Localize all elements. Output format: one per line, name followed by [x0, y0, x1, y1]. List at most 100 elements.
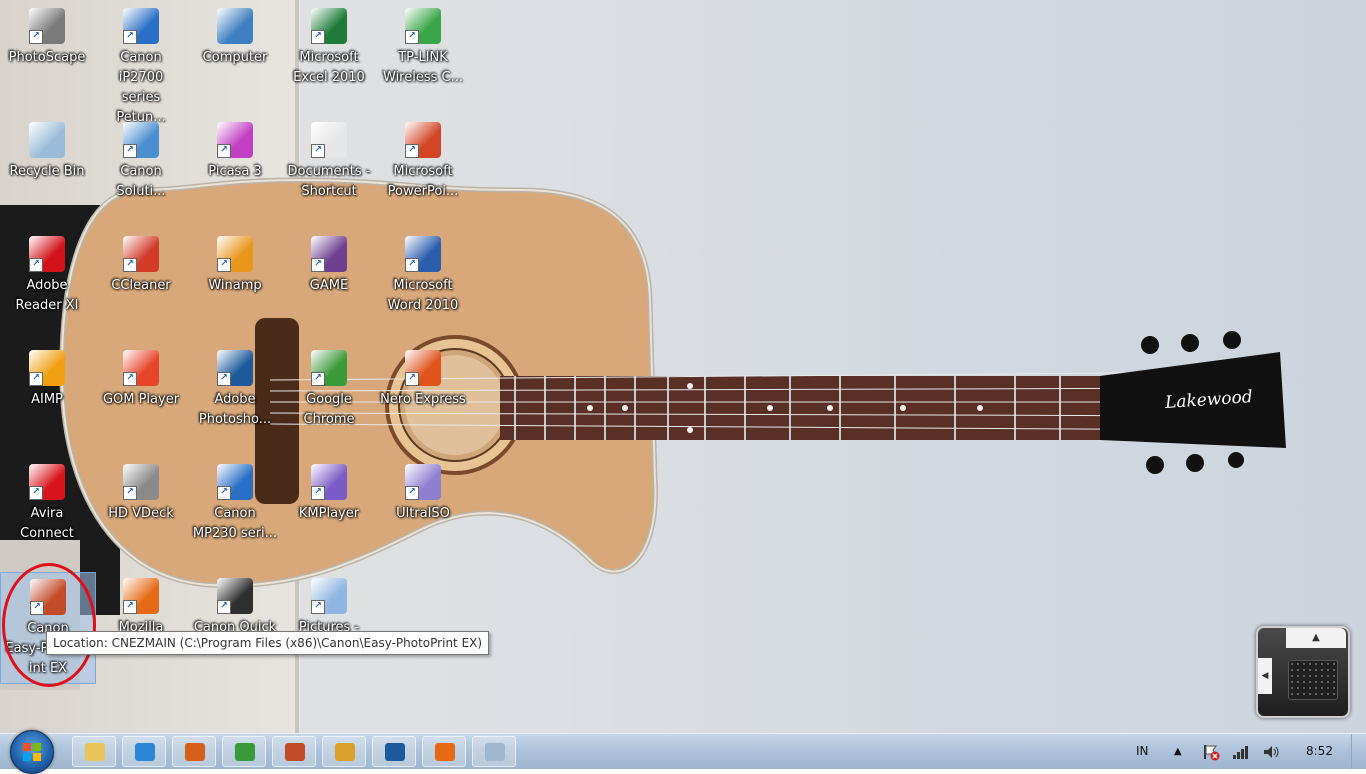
- shortcut-arrow-icon: ↗: [311, 30, 325, 44]
- canon-easy-photoprint-icon: ↗: [30, 579, 66, 615]
- aimp-icon: ↗: [29, 350, 65, 386]
- powerpoint-icon: ↗: [405, 122, 441, 158]
- show-desktop-button[interactable]: [1351, 734, 1366, 769]
- desktop-icon-label: Canon MP230 seri...: [192, 506, 278, 541]
- desktop-icon[interactable]: ↗Canon Easy-PhotoPr int EX: [0, 572, 96, 684]
- gadget-left-arrow-icon[interactable]: ◀: [1258, 658, 1272, 694]
- taskbar-button[interactable]: [372, 736, 416, 767]
- desktop-icon[interactable]: ↗ UltraISO: [376, 458, 470, 568]
- easy-photoprint-icon: [285, 743, 305, 761]
- desktop-icon[interactable]: ↗ Canon Soluti...: [94, 116, 188, 226]
- desktop-icon-label: Adobe Reader XI: [15, 278, 79, 313]
- photoshop-icon: [385, 743, 405, 761]
- photoshop-icon: ↗: [217, 350, 253, 386]
- winrar-archive-icon: ↗: [311, 236, 347, 272]
- desktop-icon-label: Computer: [202, 50, 268, 65]
- desktop-icon[interactable]: ↗ CCleaner: [94, 230, 188, 340]
- desktop-icon-label: Avira Connect: [20, 506, 74, 541]
- shortcut-arrow-icon: ↗: [405, 486, 419, 500]
- shortcut-arrow-icon: ↗: [29, 30, 43, 44]
- desktop-icon-label: HD VDeck: [108, 506, 174, 521]
- desktop-icon-label: CCleaner: [111, 278, 171, 293]
- desktop-icon[interactable]: ↗ PhotoScape: [0, 2, 94, 112]
- shortcut-arrow-icon: ↗: [311, 258, 325, 272]
- shortcut-arrow-icon: ↗: [405, 144, 419, 158]
- paint-icon: [485, 743, 505, 761]
- desktop-gadget[interactable]: ▲ ◀: [1256, 626, 1350, 718]
- language-indicator[interactable]: IN: [1136, 734, 1149, 769]
- desktop-icon[interactable]: ↗ Microsoft Excel 2010: [282, 2, 376, 112]
- shortcut-arrow-icon: ↗: [123, 486, 137, 500]
- taskbar-button[interactable]: [222, 736, 266, 767]
- desktop-icon[interactable]: Recycle Bin: [0, 116, 94, 226]
- taskbar-button[interactable]: [122, 736, 166, 767]
- shortcut-arrow-icon: ↗: [217, 144, 231, 158]
- desktop-icon[interactable]: ↗ Documents - Shortcut: [282, 116, 376, 226]
- canon-solution-icon: ↗: [123, 122, 159, 158]
- desktop-icon[interactable]: ↗ Winamp: [188, 230, 282, 340]
- nero-icon: ↗: [405, 350, 441, 386]
- shortcut-arrow-icon: ↗: [123, 372, 137, 386]
- desktop-icon[interactable]: ↗ Adobe Reader XI: [0, 230, 94, 340]
- desktop-icon[interactable]: ↗ Microsoft PowerPoi...: [376, 116, 470, 226]
- ccleaner-icon: ↗: [123, 236, 159, 272]
- chrome-icon: ↗: [311, 350, 347, 386]
- cpu-chip-icon: [1288, 660, 1338, 700]
- desktop-icon[interactable]: ↗ HD VDeck: [94, 458, 188, 568]
- network-signal-icon[interactable]: [1232, 734, 1250, 769]
- avira-icon: ↗: [29, 464, 65, 500]
- taskbar-button[interactable]: [322, 736, 366, 767]
- desktop-icon[interactable]: ↗ TP-LINK Wireless C...: [376, 2, 470, 112]
- desktop-icon-label: Microsoft Excel 2010: [293, 50, 365, 85]
- desktop-background: Lakewood ↗ PhotoScape ↗ Canon iP2700 series…: [0, 0, 1366, 733]
- desktop-icon-label: Google Chrome: [303, 392, 355, 427]
- desktop-icon[interactable]: ↗ Canon iP2700 series Petun...: [94, 2, 188, 125]
- gom-player-icon: ↗: [123, 350, 159, 386]
- pictures-icon: ↗: [311, 578, 347, 614]
- desktop-icon[interactable]: ↗ Adobe Photosho...: [188, 344, 282, 454]
- system-clock[interactable]: 8:52: [1306, 734, 1333, 769]
- hd-vdeck-icon: ↗: [123, 464, 159, 500]
- shortcut-arrow-icon: ↗: [123, 600, 137, 614]
- computer-icon: [217, 8, 253, 44]
- desktop-icon[interactable]: ↗ Google Chrome: [282, 344, 376, 454]
- show-hidden-icons-icon[interactable]: ▲: [1174, 734, 1182, 769]
- gadget-up-arrow-icon[interactable]: ▲: [1286, 628, 1346, 648]
- desktop-icon[interactable]: ↗Pictures - Shortcut: [282, 572, 376, 682]
- chrome-icon: [235, 743, 255, 761]
- desktop-icon[interactable]: ↗ GAME: [282, 230, 376, 340]
- desktop-icon[interactable]: ↗ Avira Connect: [0, 458, 94, 568]
- desktop-icon[interactable]: ↗ Microsoft Word 2010: [376, 230, 470, 340]
- desktop-icon[interactable]: ↗ GOM Player: [94, 344, 188, 454]
- desktop-icon[interactable]: ↗ AIMP: [0, 344, 94, 454]
- action-center-flag-icon[interactable]: [1202, 734, 1220, 769]
- internet-explorer-icon: [135, 743, 155, 761]
- word-icon: ↗: [405, 236, 441, 272]
- canon-quick-menu-icon: ↗: [217, 578, 253, 614]
- shortcut-arrow-icon: ↗: [311, 144, 325, 158]
- firefox-icon: ↗: [123, 578, 159, 614]
- desktop-icon[interactable]: ↗ Canon MP230 seri...: [188, 458, 282, 568]
- desktop-icon[interactable]: ↗ Nero Express: [376, 344, 470, 454]
- shortcut-arrow-icon: ↗: [123, 30, 137, 44]
- desktop-icon[interactable]: ↗ KMPlayer: [282, 458, 376, 568]
- shortcut-arrow-icon: ↗: [311, 600, 325, 614]
- taskbar-button[interactable]: [272, 736, 316, 767]
- recycle-bin-icon: [29, 122, 65, 158]
- volume-icon[interactable]: [1262, 734, 1282, 769]
- shortcut-arrow-icon: ↗: [29, 486, 43, 500]
- taskbar-button[interactable]: [472, 736, 516, 767]
- desktop-icon[interactable]: Computer: [188, 2, 282, 112]
- desktop-icon-label: Adobe Photosho...: [198, 392, 272, 427]
- taskbar-button[interactable]: [422, 736, 466, 767]
- desktop-icon[interactable]: ↗Mozilla Firefox: [94, 572, 188, 682]
- shortcut-arrow-icon: ↗: [123, 258, 137, 272]
- shortcut-arrow-icon: ↗: [405, 30, 419, 44]
- taskbar-button[interactable]: [72, 736, 116, 767]
- shortcut-arrow-icon: ↗: [311, 372, 325, 386]
- windows-start-icon[interactable]: [10, 730, 54, 774]
- taskbar-button[interactable]: [172, 736, 216, 767]
- desktop-icon-label: UltraISO: [396, 506, 450, 521]
- desktop-icon[interactable]: ↗Canon Quick Menu: [188, 572, 282, 682]
- desktop-icon[interactable]: ↗ Picasa 3: [188, 116, 282, 226]
